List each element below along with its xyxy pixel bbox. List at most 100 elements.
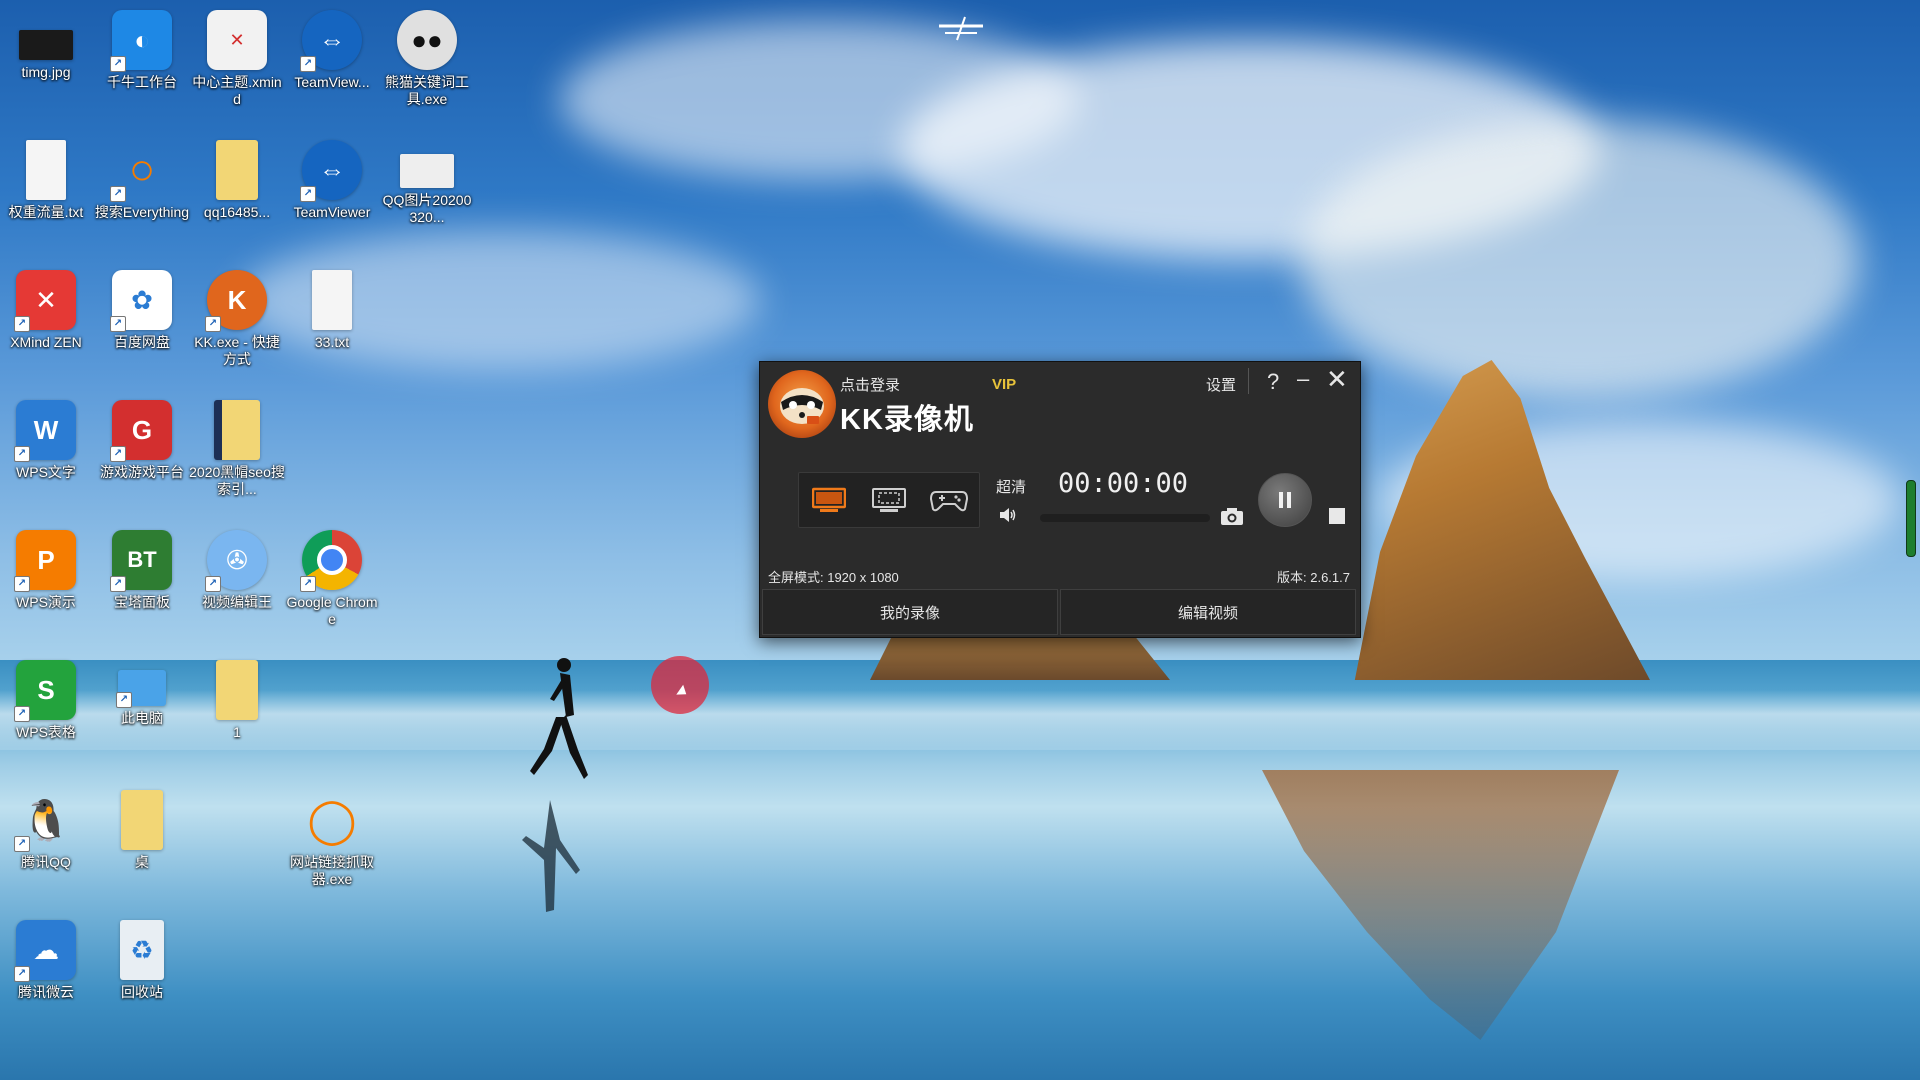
- panda-icon: ●●: [397, 10, 457, 70]
- icon-label: 网站链接抓取器.exe: [290, 854, 374, 887]
- icon-label: WPS文字: [16, 464, 76, 480]
- icon-label: qq16485...: [203, 204, 271, 220]
- teamviewer-icon: ⇔ ↗: [300, 140, 362, 202]
- desktop-icon-weight-txt[interactable]: 权重流量.txt: [0, 140, 94, 221]
- volume-slider[interactable]: [1040, 514, 1210, 522]
- edit-video-button[interactable]: 编辑视频: [1060, 589, 1356, 635]
- icon-label: 此电脑: [121, 710, 163, 726]
- xmind-zen-icon: ✕ ↗: [14, 270, 76, 332]
- desktop-icon-xmind-file[interactable]: ✕ 中心主题.xmind: [189, 10, 285, 108]
- runner-silhouette: [530, 658, 588, 779]
- capture-mode-info: 全屏模式: 1920 x 1080: [768, 570, 899, 585]
- recycle-bin-icon: ♻: [120, 920, 164, 980]
- desktop-icon-teamviewer-1[interactable]: ⇔ ↗ TeamView...: [284, 10, 380, 91]
- vip-badge[interactable]: VIP: [992, 376, 1016, 393]
- desktop-icon-panda[interactable]: ●● 熊猫关键词工具.exe: [379, 10, 475, 108]
- weiyun-icon: ☁ ↗: [14, 920, 76, 982]
- recording-mode-group: [798, 472, 980, 528]
- stop-button[interactable]: [1329, 508, 1345, 524]
- help-button[interactable]: ?: [1267, 369, 1279, 395]
- mouse-cursor-highlight: [651, 656, 709, 714]
- desktop-icon-chrome[interactable]: ↗ Google Chrome: [284, 530, 380, 628]
- desktop-icon-wps-spreadsheet[interactable]: S ↗ WPS表格: [0, 660, 94, 741]
- desktop-icon-teamviewer-2[interactable]: ⇔ ↗ TeamViewer: [284, 140, 380, 221]
- fullscreen-mode-button[interactable]: [808, 483, 850, 517]
- my-recordings-button[interactable]: 我的录像: [762, 589, 1058, 635]
- folder-icon: [216, 140, 258, 200]
- desktop: timg.jpg ◐ ↗ 千牛工作台 ✕ 中心主题.xmind ⇔ ↗ TeamVi…: [0, 0, 1920, 1080]
- chrome-icon: ↗: [300, 530, 362, 592]
- icon-label: 2020黑帽seo搜索引...: [189, 464, 285, 497]
- icon-label: 33.txt: [314, 334, 350, 350]
- desktop-icon-wps-presentation[interactable]: P ↗ WPS演示: [0, 530, 94, 611]
- region-mode-button[interactable]: [868, 483, 910, 517]
- book-file-icon: [214, 400, 260, 460]
- volume-icon[interactable]: [998, 506, 1018, 524]
- desktop-icon-kk-shortcut[interactable]: K ↗ KK.exe - 快捷方式: [189, 270, 285, 368]
- folder-icon: [216, 660, 258, 720]
- icon-label: TeamView...: [294, 74, 370, 90]
- desktop-icon-link-grabber[interactable]: ◯ 网站链接抓取器.exe: [284, 790, 380, 888]
- settings-button[interactable]: 设置: [1206, 374, 1236, 395]
- folder-icon: [121, 790, 163, 850]
- divider: [1248, 368, 1249, 394]
- desktop-icon-qq-folder[interactable]: qq16485...: [189, 140, 285, 221]
- desktop-icon-recycle-bin[interactable]: ♻ 回收站: [94, 920, 190, 1001]
- wps-writer-icon: W ↗: [14, 400, 76, 462]
- desktop-icon-33-txt[interactable]: 33.txt: [284, 270, 380, 351]
- desktop-icon-wps-writer[interactable]: W ↗ WPS文字: [0, 400, 94, 481]
- icon-label: Google Chrome: [286, 594, 378, 627]
- side-scroll-indicator[interactable]: [1906, 480, 1916, 557]
- bottom-button-bar: 我的录像 编辑视频: [762, 589, 1356, 635]
- desktop-icon-everything[interactable]: ○ ↗ 搜索Everything: [94, 140, 190, 221]
- pause-button[interactable]: [1258, 473, 1312, 527]
- desktop-icon-qianniu[interactable]: ◐ ↗ 千牛工作台: [94, 10, 190, 91]
- icon-label: WPS表格: [16, 724, 76, 740]
- text-file-icon: [26, 140, 66, 200]
- pause-icon: [1279, 492, 1291, 508]
- desktop-icon-folder-zhuo[interactable]: 桌: [94, 790, 190, 871]
- gamepad-icon: [930, 491, 968, 512]
- app-title: KK录像机: [840, 404, 974, 436]
- runner-reflection: [522, 800, 580, 912]
- icon-label: 中心主题.xmind: [192, 74, 282, 107]
- cloud: [1300, 120, 1860, 400]
- login-link[interactable]: 点击登录: [840, 374, 900, 395]
- image-file-icon: [400, 154, 454, 188]
- desktop-icon-weiyun[interactable]: ☁ ↗ 腾讯微云: [0, 920, 94, 1001]
- desktop-icon-game-platform[interactable]: G ↗ 游戏游戏平台: [94, 400, 190, 481]
- qianniu-icon: ◐ ↗: [110, 10, 172, 72]
- icon-label: 宝塔面板: [114, 594, 170, 610]
- desktop-icon-xmind-zen[interactable]: ✕ ↗ XMind ZEN: [0, 270, 94, 351]
- icon-label: XMind ZEN: [10, 334, 82, 350]
- icon-label: 游戏游戏平台: [100, 464, 184, 480]
- kk-raccoon-logo-icon: [768, 370, 836, 438]
- icon-label: 千牛工作台: [107, 74, 177, 90]
- desktop-icon-qq-image[interactable]: QQ图片20200320...: [379, 140, 475, 226]
- video-editor-icon: ✇ ↗: [205, 530, 267, 592]
- everything-search-icon: ○ ↗: [110, 140, 172, 202]
- wps-presentation-icon: P ↗: [14, 530, 76, 592]
- icon-label: 1: [233, 724, 241, 740]
- close-button[interactable]: ✕: [1326, 364, 1348, 395]
- desktop-icon-seo-book[interactable]: 2020黑帽seo搜索引...: [189, 400, 285, 498]
- minimize-button[interactable]: –: [1297, 366, 1309, 392]
- desktop-icon-this-pc[interactable]: ↗ 此电脑: [94, 660, 190, 727]
- desktop-icon-timg[interactable]: timg.jpg: [0, 10, 94, 81]
- icon-label: 腾讯微云: [18, 984, 74, 1000]
- desktop-icon-bt-panel[interactable]: BT ↗ 宝塔面板: [94, 530, 190, 611]
- desktop-icon-video-editor[interactable]: ✇ ↗ 视频编辑王: [189, 530, 285, 611]
- link-grabber-icon: ◯: [307, 795, 357, 845]
- version-info: 版本: 2.6.1.7: [1277, 570, 1350, 585]
- camera-icon[interactable]: [1220, 506, 1244, 526]
- quality-selector[interactable]: 超清: [996, 476, 1026, 497]
- this-pc-icon: ↗: [116, 670, 166, 708]
- desktop-icon-folder-1[interactable]: 1: [189, 660, 285, 741]
- game-mode-button[interactable]: [928, 483, 970, 517]
- icon-label: 回收站: [121, 984, 163, 1000]
- desktop-icon-qq[interactable]: 🐧 ↗ 腾讯QQ: [0, 790, 94, 871]
- qq-penguin-icon: 🐧 ↗: [14, 790, 76, 852]
- top-drag-handle-icon[interactable]: [935, 14, 987, 42]
- image-thumbnail-icon: [19, 30, 73, 60]
- desktop-icon-baidu-netdisk[interactable]: ✿ ↗ 百度网盘: [94, 270, 190, 351]
